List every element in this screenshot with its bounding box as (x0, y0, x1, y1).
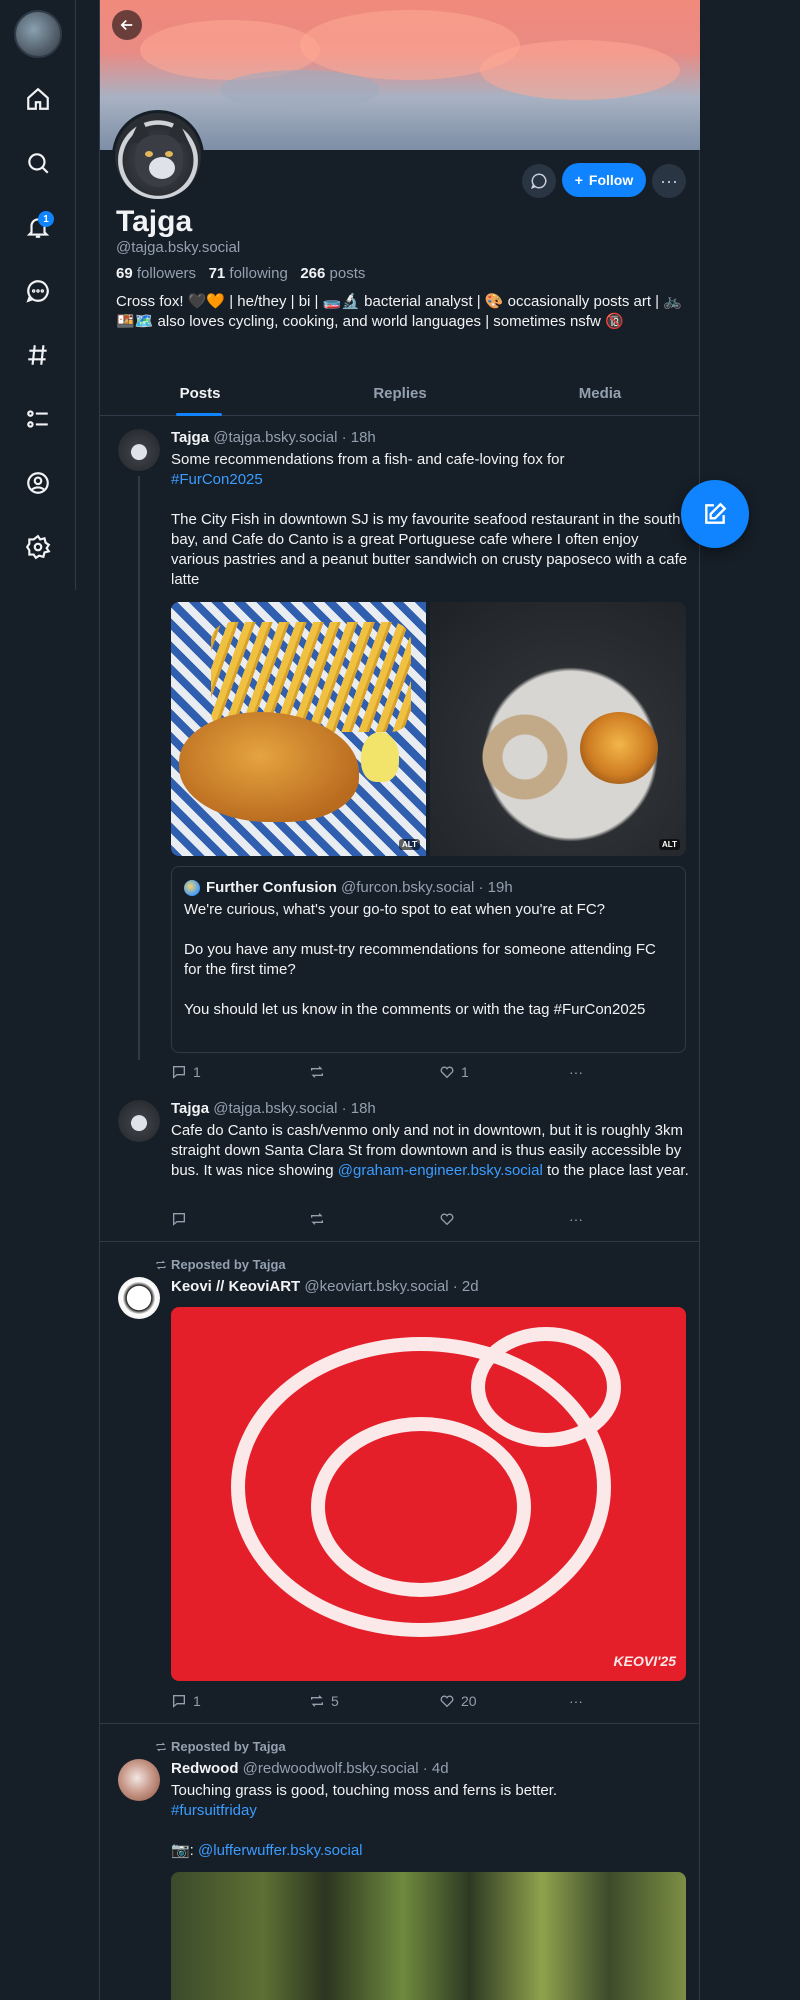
reply-button[interactable] (171, 1211, 309, 1227)
post-author-avatar[interactable] (118, 429, 160, 471)
post-author-avatar[interactable] (118, 1759, 160, 1801)
chat-bubble-icon (530, 173, 547, 190)
post-image-gallery: ALT ALT (171, 602, 686, 856)
profile-feed-column: + Follow ··· Tajga @tajga.bsky.social 69… (99, 0, 700, 2000)
arrow-left-icon (120, 19, 133, 31)
reply-icon (173, 1695, 185, 1708)
compose-pencil-icon (705, 502, 727, 524)
home-icon[interactable] (18, 79, 58, 119)
hashtag-feeds-icon[interactable] (18, 335, 58, 375)
forest-photo-image[interactable] (171, 1872, 686, 2000)
divider (100, 1723, 700, 1724)
post-more-options-button[interactable]: ··· (569, 1211, 583, 1227)
repost-icon (311, 1213, 323, 1225)
profile-stats: 69 followers 71 following 266 posts (116, 265, 365, 282)
quoted-author-avatar (184, 880, 200, 896)
post-author-avatar[interactable] (118, 1277, 160, 1319)
post-header[interactable]: Tajga @tajga.bsky.social · 18h (171, 429, 376, 446)
mention-link[interactable]: @lufferwuffer.bsky.social (198, 1842, 362, 1859)
hashtag-link[interactable]: #FurCon2025 (171, 471, 263, 488)
reply-icon (173, 1066, 185, 1079)
post-actions: ··· (171, 1209, 583, 1229)
settings-gear-icon[interactable] (18, 527, 58, 567)
current-user-avatar[interactable] (14, 10, 62, 58)
post-header[interactable]: Keovi // KeoviART @keoviart.bsky.social … (171, 1278, 479, 1295)
profile-bio: Cross fox! 🖤🧡 | he/they | bi | 🧫🔬 bacter… (116, 293, 682, 330)
tab-posts[interactable]: Posts (100, 372, 300, 416)
alt-badge[interactable]: ALT (399, 839, 420, 850)
post-text: Cafe do Canto is cash/venmo only and not… (171, 1122, 689, 1179)
search-icon[interactable] (18, 143, 58, 183)
post-more-options-button[interactable]: ··· (569, 1064, 583, 1080)
following-link[interactable]: 71 following (209, 265, 288, 282)
post-text: Touching grass is good, touching moss an… (171, 1782, 558, 1859)
repost-icon (311, 1066, 323, 1078)
divider (100, 1241, 700, 1242)
profile-display-name: Tajga (116, 205, 193, 238)
heart-icon (440, 1213, 454, 1226)
hashtag-link[interactable]: #fursuitfriday (171, 1802, 257, 1819)
chat-icon[interactable] (18, 271, 58, 311)
tab-replies[interactable]: Replies (300, 372, 500, 415)
repost-button[interactable] (309, 1211, 439, 1227)
post-text: Some recommendations from a fish- and ca… (171, 451, 688, 588)
reply-button[interactable]: 1 (171, 1064, 309, 1080)
like-button[interactable] (439, 1211, 569, 1227)
quoted-post[interactable]: Further Confusion @furcon.bsky.social · … (171, 866, 686, 1053)
thread-line (138, 476, 140, 1060)
post-header[interactable]: Tajga @tajga.bsky.social · 18h (171, 1100, 376, 1117)
profile-icon[interactable] (18, 463, 58, 503)
repost-button[interactable]: 5 (309, 1693, 439, 1709)
lists-icon[interactable] (18, 399, 58, 439)
alt-badge[interactable]: ALT (659, 839, 680, 850)
quoted-post-text: We're curious, what's your go-to spot to… (184, 901, 656, 1018)
reposted-by-label[interactable]: Reposted by Tajga (155, 1739, 286, 1754)
profile-tabs: Posts Replies Media (100, 372, 700, 416)
heart-icon (440, 1066, 454, 1079)
like-button[interactable]: 20 (439, 1693, 569, 1709)
fish-and-chips-image[interactable]: ALT (171, 602, 426, 856)
heart-icon (440, 1695, 454, 1708)
compose-post-button[interactable] (681, 480, 749, 548)
notifications-bell-icon[interactable]: 1 (18, 207, 58, 247)
repost-icon (311, 1695, 323, 1707)
plus-icon: + (574, 172, 583, 188)
post-author-avatar[interactable] (118, 1100, 160, 1142)
pastries-image[interactable]: ALT (430, 602, 686, 856)
profile-handle: @tajga.bsky.social (116, 239, 241, 256)
post-actions: 1 1 ··· (171, 1062, 583, 1082)
reply-button[interactable]: 1 (171, 1693, 309, 1709)
repost-button[interactable] (309, 1064, 439, 1080)
reposted-by-label[interactable]: Reposted by Tajga (155, 1257, 286, 1272)
post-more-options-button[interactable]: ··· (569, 1693, 583, 1709)
notification-badge: 1 (38, 211, 54, 227)
back-button[interactable] (112, 10, 142, 40)
reply-icon (173, 1213, 185, 1226)
like-button[interactable]: 1 (439, 1064, 569, 1080)
tab-media[interactable]: Media (500, 372, 700, 415)
message-button[interactable] (522, 164, 556, 198)
repost-icon (156, 1260, 166, 1269)
profile-avatar[interactable] (112, 110, 204, 202)
followers-link[interactable]: 69 followers (116, 265, 196, 282)
mention-link[interactable]: @graham-engineer.bsky.social (338, 1162, 543, 1179)
left-sidebar: 1 (0, 0, 76, 590)
post-header[interactable]: Redwood @redwoodwolf.bsky.social · 4d (171, 1760, 449, 1777)
quoted-post-header: Further Confusion @furcon.bsky.social · … (206, 879, 513, 896)
red-fox-artwork-image[interactable]: KEOVI'25 (171, 1307, 686, 1681)
follow-button[interactable]: + Follow (562, 163, 646, 197)
posts-count: 266 posts (300, 265, 366, 282)
repost-icon (156, 1742, 166, 1751)
post-actions: 1 5 20 ··· (171, 1691, 583, 1711)
artist-signature: KEOVI'25 (613, 1653, 676, 1669)
profile-more-options-button[interactable]: ··· (652, 164, 686, 198)
